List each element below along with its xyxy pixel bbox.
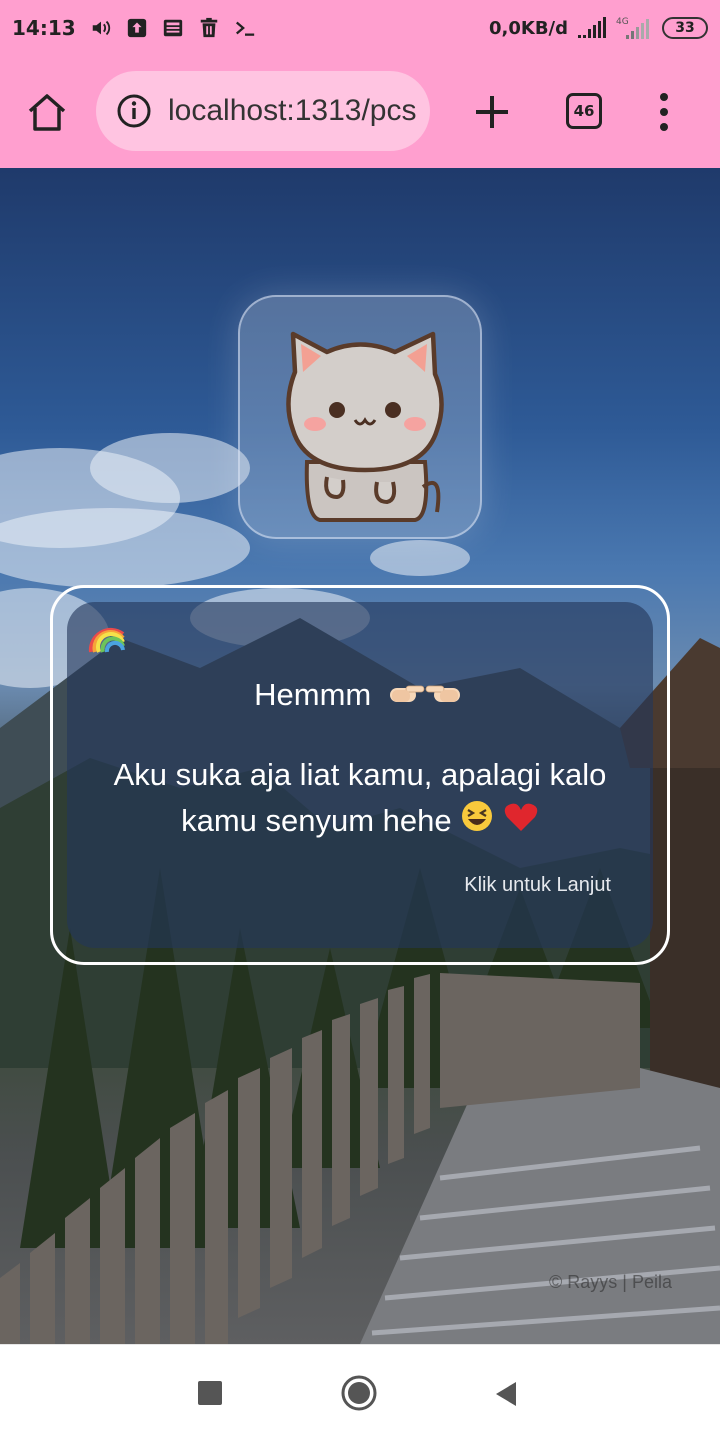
more-options-icon[interactable] — [655, 92, 673, 132]
terminal-icon — [235, 21, 254, 36]
message-title: Hemmm — [67, 676, 653, 718]
continue-link[interactable]: Klik untuk Lanjut — [464, 874, 611, 897]
notification-icons — [90, 17, 256, 39]
news-icon — [163, 19, 182, 37]
new-tab-icon[interactable] — [472, 92, 512, 132]
pointing-hands-icon — [386, 676, 466, 718]
upload-icon — [127, 18, 146, 38]
message-title-text: Hemmm — [254, 677, 372, 713]
message-panel: Hemmm Aku suka aja liat kamu, apalagi ka… — [67, 602, 653, 948]
url-text: localhost:1313/pcs — [168, 94, 417, 127]
info-icon[interactable] — [116, 93, 152, 129]
home-icon[interactable] — [26, 92, 68, 132]
volume-icon — [92, 20, 110, 36]
signal-icon — [578, 17, 606, 38]
message-body: Aku suka aja liat kamu, apalagi kalo kam… — [97, 752, 623, 846]
avatar-card — [238, 295, 482, 539]
recents-icon[interactable] — [198, 1381, 222, 1405]
signal-4g-icon: 4G — [616, 17, 649, 39]
web-page: Hemmm Aku suka aja liat kamu, apalagi ka… — [0, 168, 720, 1344]
tab-switcher-button[interactable]: 46 — [566, 93, 602, 129]
cat-sticker — [286, 331, 444, 522]
home-nav-icon[interactable] — [341, 1375, 377, 1411]
message-line-2: kamu senyum hehe — [97, 798, 623, 846]
message-line-1: Aku suka aja liat kamu, apalagi kalo — [113, 757, 607, 792]
message-card[interactable]: Hemmm Aku suka aja liat kamu, apalagi ka… — [50, 585, 670, 965]
red-heart-icon — [503, 800, 539, 846]
laughing-face-icon — [460, 799, 494, 846]
rainbow-icon — [88, 627, 125, 653]
browser-toolbar: localhost:1313/pcs 46 — [0, 56, 720, 168]
system-nav-bar — [0, 1344, 720, 1440]
battery-icon: 33 — [662, 17, 708, 39]
network-type-label: 4G — [616, 17, 629, 27]
status-bar: 14:13 0,0KB/d 4G 33 — [0, 0, 720, 56]
trash-icon — [200, 17, 217, 38]
back-icon[interactable] — [494, 1381, 518, 1407]
message-line-2-text: kamu senyum hehe — [181, 803, 452, 838]
network-speed: 0,0KB/d — [488, 17, 568, 39]
address-bar[interactable]: localhost:1313/pcs — [96, 71, 430, 151]
tab-count: 46 — [573, 102, 595, 120]
status-time: 14:13 — [12, 16, 76, 40]
battery-level: 33 — [675, 20, 695, 36]
watermark: © Rayys | Peila — [549, 1272, 672, 1292]
